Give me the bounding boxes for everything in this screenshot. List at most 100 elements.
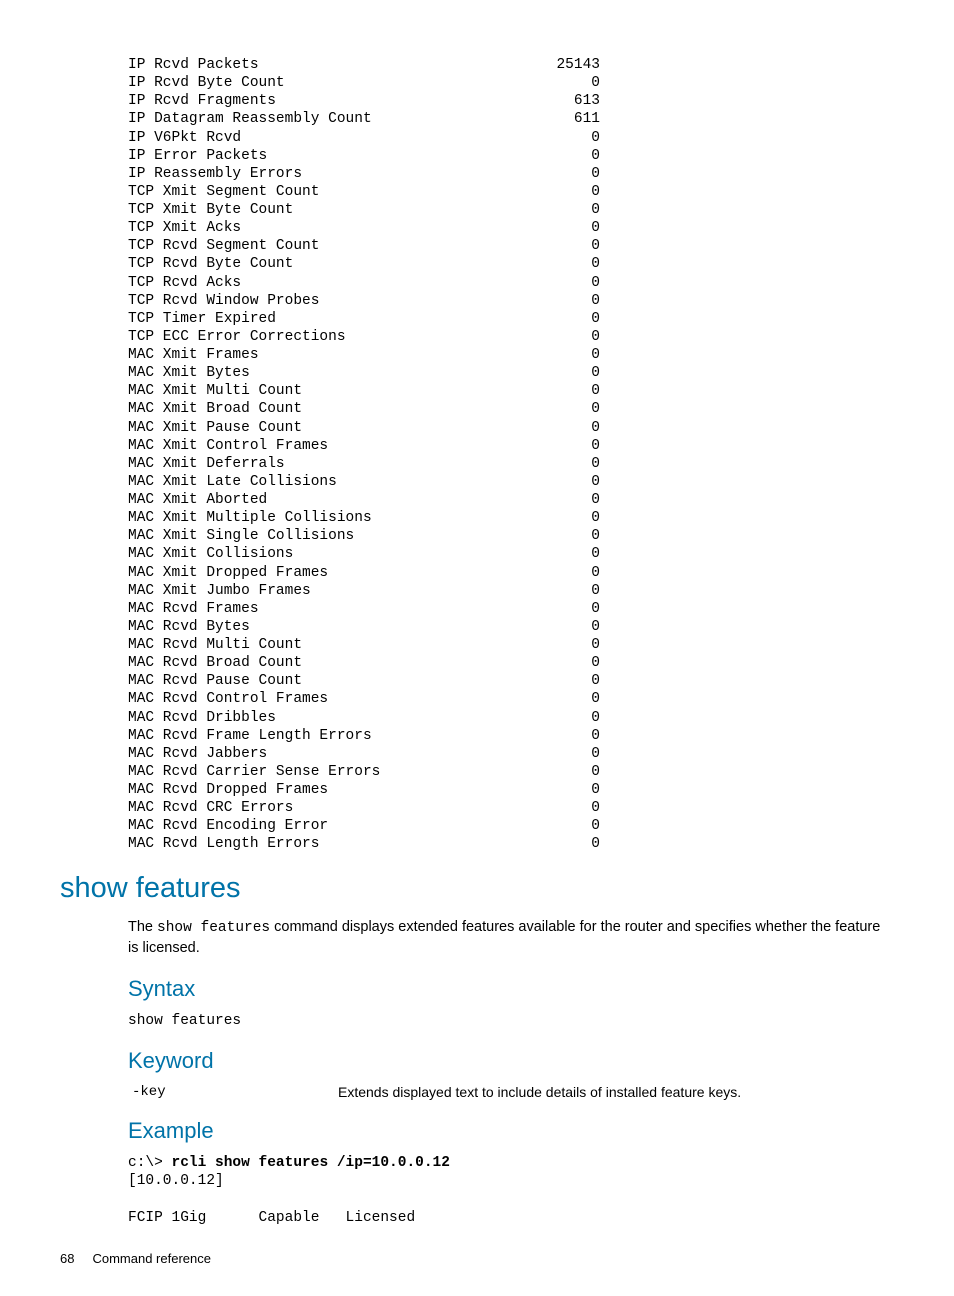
stat-label: IP Rcvd Fragments: [128, 92, 553, 110]
stat-row: MAC Rcvd Frame Length Errors0: [128, 727, 894, 745]
stat-label: MAC Xmit Jumbo Frames: [128, 582, 553, 600]
stat-label: IP Error Packets: [128, 147, 553, 165]
stat-row: IP Datagram Reassembly Count611: [128, 110, 894, 128]
stat-row: MAC Xmit Dropped Frames0: [128, 564, 894, 582]
example-line2: [10.0.0.12]: [128, 1173, 224, 1189]
stat-row: MAC Xmit Frames0: [128, 346, 894, 364]
stat-value: 0: [553, 763, 600, 781]
stat-value: 0: [553, 382, 600, 400]
stat-value: 0: [553, 582, 600, 600]
stat-label: TCP Xmit Byte Count: [128, 201, 553, 219]
stat-row: TCP Xmit Segment Count0: [128, 183, 894, 201]
stat-value: 0: [553, 835, 600, 853]
stat-row: MAC Xmit Multiple Collisions0: [128, 509, 894, 527]
keyword-name: -key: [128, 1084, 338, 1100]
stat-label: MAC Rcvd Multi Count: [128, 636, 553, 654]
stat-row: IP Rcvd Fragments613: [128, 92, 894, 110]
stat-value: 0: [553, 491, 600, 509]
stat-value: 611: [553, 110, 600, 128]
stat-row: TCP Rcvd Window Probes0: [128, 292, 894, 310]
stat-row: IP V6Pkt Rcvd0: [128, 129, 894, 147]
example-command: rcli show features /ip=10.0.0.12: [172, 1155, 450, 1171]
stat-label: MAC Rcvd Jabbers: [128, 745, 553, 763]
stat-row: MAC Xmit Bytes0: [128, 364, 894, 382]
stat-value: 0: [553, 455, 600, 473]
stat-label: MAC Rcvd Length Errors: [128, 835, 553, 853]
stat-row: MAC Xmit Jumbo Frames0: [128, 582, 894, 600]
page-number: 68: [60, 1251, 74, 1266]
stat-label: IP Rcvd Packets: [128, 56, 553, 74]
stat-label: TCP Xmit Acks: [128, 219, 553, 237]
stat-label: TCP Rcvd Segment Count: [128, 237, 553, 255]
stat-value: 0: [553, 509, 600, 527]
stat-value: 0: [553, 310, 600, 328]
stat-value: 0: [553, 473, 600, 491]
stat-label: MAC Xmit Dropped Frames: [128, 564, 553, 582]
stat-label: TCP Rcvd Acks: [128, 274, 553, 292]
footer-title: Command reference: [92, 1251, 211, 1266]
stat-value: 25143: [553, 56, 600, 74]
stat-value: 0: [553, 74, 600, 92]
stat-row: IP Error Packets0: [128, 147, 894, 165]
stat-label: MAC Xmit Multiple Collisions: [128, 509, 553, 527]
stat-row: MAC Xmit Broad Count0: [128, 400, 894, 418]
stat-label: MAC Xmit Frames: [128, 346, 553, 364]
stat-label: MAC Rcvd Dribbles: [128, 709, 553, 727]
stat-label: MAC Rcvd Frame Length Errors: [128, 727, 553, 745]
intro-prefix: The: [128, 919, 157, 935]
stat-value: 0: [553, 201, 600, 219]
stat-label: MAC Xmit Pause Count: [128, 419, 553, 437]
example-prompt: c:\>: [128, 1155, 172, 1171]
example-heading: Example: [128, 1118, 894, 1144]
stat-row: TCP Rcvd Acks0: [128, 274, 894, 292]
stat-label: MAC Xmit Collisions: [128, 545, 553, 563]
keyword-heading: Keyword: [128, 1048, 894, 1074]
keyword-desc: Extends displayed text to include detail…: [338, 1084, 894, 1100]
syntax-heading: Syntax: [128, 976, 894, 1002]
stat-value: 0: [553, 564, 600, 582]
stat-value: 0: [553, 781, 600, 799]
stat-value: 0: [553, 437, 600, 455]
stat-row: IP Rcvd Packets25143: [128, 56, 894, 74]
stat-value: 0: [553, 364, 600, 382]
stat-label: MAC Rcvd Encoding Error: [128, 817, 553, 835]
stat-value: 0: [553, 636, 600, 654]
stat-row: MAC Xmit Pause Count0: [128, 419, 894, 437]
stat-row: MAC Rcvd Broad Count0: [128, 654, 894, 672]
stat-label: MAC Rcvd Broad Count: [128, 654, 553, 672]
stat-row: MAC Rcvd Frames0: [128, 600, 894, 618]
stat-label: MAC Xmit Multi Count: [128, 382, 553, 400]
stat-value: 0: [553, 328, 600, 346]
stat-value: 0: [553, 727, 600, 745]
stat-label: TCP Xmit Segment Count: [128, 183, 553, 201]
stat-row: MAC Rcvd Multi Count0: [128, 636, 894, 654]
stat-value: 0: [553, 745, 600, 763]
stat-value: 613: [553, 92, 600, 110]
stat-row: IP Rcvd Byte Count0: [128, 74, 894, 92]
stat-row: TCP Xmit Acks0: [128, 219, 894, 237]
stat-value: 0: [553, 690, 600, 708]
stat-label: MAC Rcvd Frames: [128, 600, 553, 618]
stat-label: TCP Rcvd Window Probes: [128, 292, 553, 310]
stat-row: TCP Rcvd Segment Count0: [128, 237, 894, 255]
stat-label: MAC Rcvd CRC Errors: [128, 799, 553, 817]
stat-row: MAC Rcvd Dribbles0: [128, 709, 894, 727]
stat-label: TCP Rcvd Byte Count: [128, 255, 553, 273]
stat-label: MAC Xmit Aborted: [128, 491, 553, 509]
stat-row: MAC Xmit Collisions0: [128, 545, 894, 563]
stat-row: TCP Rcvd Byte Count0: [128, 255, 894, 273]
stat-value: 0: [553, 165, 600, 183]
intro-command: show features: [157, 920, 270, 936]
stat-value: 0: [553, 255, 600, 273]
stat-label: MAC Rcvd Control Frames: [128, 690, 553, 708]
syntax-text: show features: [128, 1012, 894, 1030]
stat-label: MAC Xmit Bytes: [128, 364, 553, 382]
stat-row: MAC Xmit Control Frames0: [128, 437, 894, 455]
stat-label: MAC Rcvd Bytes: [128, 618, 553, 636]
stat-label: MAC Rcvd Pause Count: [128, 672, 553, 690]
stat-value: 0: [553, 709, 600, 727]
stat-row: TCP Xmit Byte Count0: [128, 201, 894, 219]
stat-label: MAC Rcvd Carrier Sense Errors: [128, 763, 553, 781]
stat-value: 0: [553, 672, 600, 690]
page-footer: 68 Command reference: [60, 1251, 894, 1266]
